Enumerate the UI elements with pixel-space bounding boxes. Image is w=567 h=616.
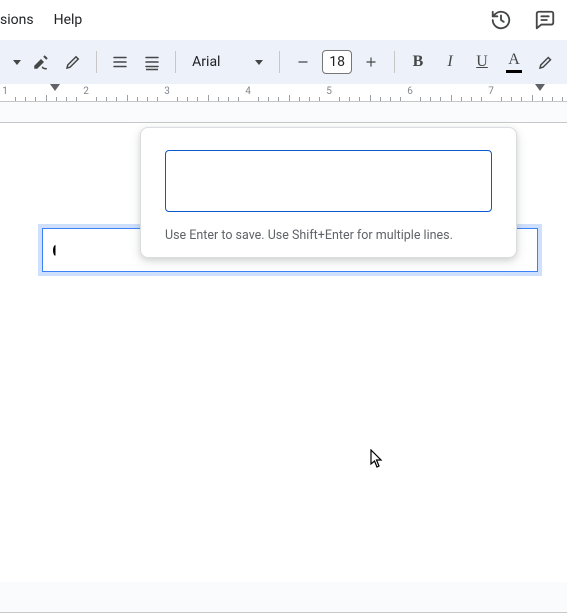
- ruler-tick: [511, 97, 512, 101]
- font-family-value: Arial: [192, 54, 220, 70]
- font-family-dropdown[interactable]: Arial: [184, 54, 271, 70]
- paint-format-icon[interactable]: [26, 47, 56, 77]
- line-spacing-icon[interactable]: [137, 47, 167, 77]
- left-indent-marker[interactable]: [50, 84, 60, 91]
- ruler-tick: [319, 97, 320, 101]
- ruler-tick: [96, 97, 97, 101]
- ruler-tick: [228, 97, 229, 101]
- ruler-tick: [451, 95, 452, 101]
- highlight-color-button[interactable]: [531, 47, 561, 77]
- text-color-letter: A: [508, 52, 520, 68]
- ruler-tick: [430, 97, 431, 101]
- more-tools-dropdown[interactable]: [6, 47, 24, 77]
- ruler-number: 6: [407, 86, 413, 97]
- toolbar: Arial 18 B I U A: [0, 40, 567, 84]
- ruler-tick: [278, 97, 279, 101]
- chevron-down-icon: [255, 60, 263, 65]
- ruler-ticks: 1 2 3 4 5 6 7: [0, 84, 567, 101]
- ruler-tick: [137, 97, 138, 101]
- ruler-tick: [309, 97, 310, 101]
- alt-text-input[interactable]: [165, 150, 492, 212]
- ruler-tick: [66, 97, 67, 101]
- ruler-tick: [359, 97, 360, 101]
- ruler-tick: [177, 97, 178, 101]
- ruler-tick: [46, 95, 47, 101]
- document-page-next[interactable]: [0, 612, 567, 616]
- ruler-tick: [461, 97, 462, 101]
- align-icon[interactable]: [105, 47, 135, 77]
- ruler-tick: [218, 97, 219, 101]
- text-color-button[interactable]: A: [499, 47, 529, 77]
- ruler-tick: [481, 97, 482, 101]
- ruler-tick: [238, 97, 239, 101]
- ruler-tick: [268, 97, 269, 101]
- ruler-tick: [25, 97, 26, 101]
- decrease-font-size-button[interactable]: [288, 47, 318, 77]
- ruler-tick: [471, 97, 472, 101]
- menu-bar: sions Help: [0, 0, 567, 40]
- ruler-tick: [521, 97, 522, 101]
- ruler-tick: [349, 97, 350, 101]
- right-indent-marker[interactable]: [535, 84, 545, 91]
- toolbar-separator: [394, 51, 395, 73]
- ruler-tick: [258, 97, 259, 101]
- ruler-tick: [15, 97, 16, 101]
- ruler-tick: [400, 97, 401, 101]
- document-page[interactable]: Use Enter to save. Use Shift+Enter for m…: [0, 122, 567, 582]
- alt-text-popup: Use Enter to save. Use Shift+Enter for m…: [140, 127, 517, 258]
- ruler-tick: [116, 97, 117, 101]
- ruler-tick: [390, 97, 391, 101]
- ruler-number: 1: [2, 86, 8, 97]
- edit-icon[interactable]: [58, 47, 88, 77]
- ruler-tick: [501, 97, 502, 101]
- bold-button[interactable]: B: [403, 47, 433, 77]
- ruler-tick: [76, 97, 77, 101]
- horizontal-ruler[interactable]: 1 2 3 4 5 6 7: [0, 84, 567, 102]
- ruler-number: 5: [326, 86, 332, 97]
- ruler-tick: [440, 97, 441, 101]
- toolbar-separator: [279, 51, 280, 73]
- ruler-tick: [552, 97, 553, 101]
- font-size-group: 18: [288, 47, 386, 77]
- ruler-tick: [420, 97, 421, 101]
- underline-button[interactable]: U: [467, 47, 497, 77]
- ruler-tick: [197, 97, 198, 101]
- ruler-tick: [208, 95, 209, 101]
- text-color-swatch: [506, 70, 522, 73]
- ruler-number: 3: [164, 86, 170, 97]
- ruler-number: 2: [83, 86, 89, 97]
- ruler-tick: [289, 95, 290, 101]
- text-cursor-icon: [53, 245, 58, 256]
- ruler-tick: [370, 95, 371, 101]
- ruler-tick: [157, 97, 158, 101]
- ruler-number: 4: [245, 86, 251, 97]
- ruler-tick: [106, 97, 107, 101]
- version-history-icon[interactable]: [487, 6, 515, 34]
- menu-extensions[interactable]: sions: [0, 6, 44, 34]
- ruler-tick: [542, 97, 543, 101]
- ruler-number: 7: [488, 86, 494, 97]
- ruler-tick: [56, 97, 57, 101]
- menu-help[interactable]: Help: [44, 6, 93, 34]
- header-right: [487, 6, 559, 34]
- alt-text-hint: Use Enter to save. Use Shift+Enter for m…: [165, 228, 492, 243]
- document-area: Use Enter to save. Use Shift+Enter for m…: [0, 102, 567, 616]
- ruler-tick: [35, 97, 36, 101]
- ruler-tick: [147, 97, 148, 101]
- ruler-tick: [532, 95, 533, 101]
- italic-button[interactable]: I: [435, 47, 465, 77]
- font-size-input[interactable]: 18: [322, 50, 352, 74]
- ruler-tick: [339, 97, 340, 101]
- ruler-tick: [299, 97, 300, 101]
- ruler-tick: [562, 97, 563, 101]
- ruler-tick: [380, 97, 381, 101]
- toolbar-separator: [96, 51, 97, 73]
- ruler-tick: [187, 97, 188, 101]
- toolbar-separator: [175, 51, 176, 73]
- open-comments-icon[interactable]: [531, 6, 559, 34]
- ruler-tick: [127, 95, 128, 101]
- increase-font-size-button[interactable]: [356, 47, 386, 77]
